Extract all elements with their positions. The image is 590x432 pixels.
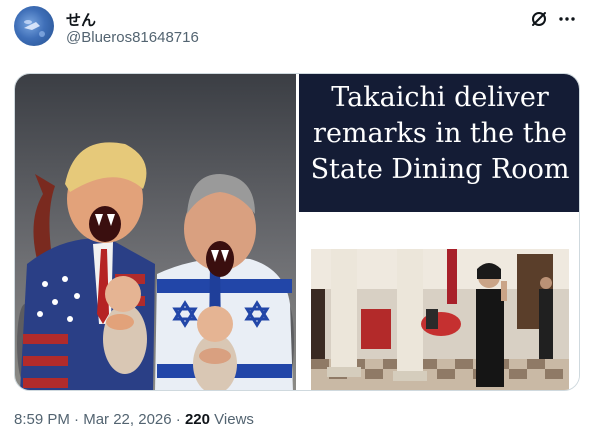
media-image-left[interactable] <box>15 74 296 390</box>
post-meta: 8:59 PM · Mar 22, 2026 · 220 Views <box>14 411 254 428</box>
headline-text: Takaichi deliver remarks in the the Stat… <box>310 82 570 185</box>
post-header: せん @Blueros81648716 <box>14 6 576 54</box>
post-media[interactable]: Takaichi deliver remarks in the the Stat… <box>14 73 580 391</box>
author-handle[interactable]: @Blueros81648716 <box>66 29 199 46</box>
more-icon[interactable] <box>558 10 576 28</box>
post-time[interactable]: 8:59 PM <box>14 411 70 428</box>
avatar[interactable] <box>14 6 54 46</box>
grok-icon[interactable] <box>530 10 548 28</box>
media-image-right[interactable]: Takaichi deliver remarks in the the Stat… <box>299 74 579 390</box>
post-date[interactable]: Mar 22, 2026 <box>83 411 171 428</box>
dining-room-photo <box>311 249 569 390</box>
meta-separator: · <box>74 411 80 428</box>
author-name[interactable]: せん <box>66 9 96 30</box>
headline-banner: Takaichi deliver remarks in the the Stat… <box>299 74 579 212</box>
views-label: Views <box>214 411 254 428</box>
meta-separator: · <box>175 411 181 428</box>
views-count: 220 <box>184 411 210 428</box>
